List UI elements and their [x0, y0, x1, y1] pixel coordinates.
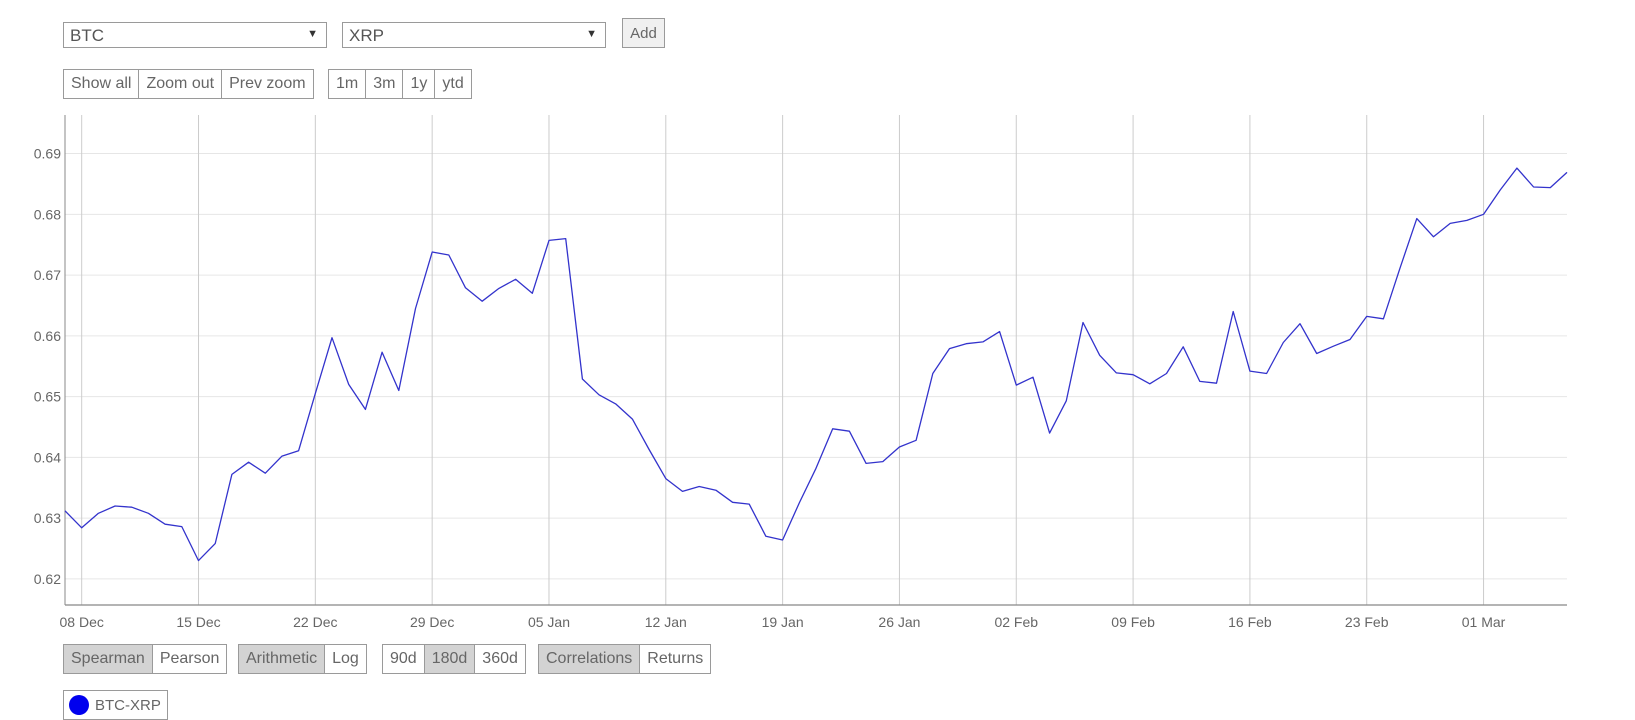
y-tick-label: 0.63	[34, 510, 61, 526]
coin1-select[interactable]: BTC ▼	[63, 22, 327, 48]
spearman-button[interactable]: Spearman	[64, 645, 153, 673]
window-toggle: 90d 180d 360d	[382, 644, 526, 674]
y-tick-label: 0.66	[34, 328, 61, 344]
chevron-down-icon: ▼	[307, 28, 318, 40]
range-ytd-button[interactable]: ytd	[435, 70, 471, 98]
method-toggle: Spearman Pearson	[63, 644, 228, 674]
x-tick-label: 08 Dec	[60, 614, 104, 630]
y-tick-label: 0.62	[34, 571, 61, 587]
y-tick-label: 0.68	[34, 206, 61, 222]
legend-item[interactable]: BTC-XRP	[63, 690, 168, 720]
prev-zoom-button[interactable]: Prev zoom	[222, 70, 313, 98]
add-button[interactable]: Add	[622, 18, 665, 48]
series-dot-icon	[69, 695, 89, 715]
series-line-btc-xrp	[64, 167, 1568, 562]
x-tick-label: 05 Jan	[528, 614, 570, 630]
zoom-button-group: Show all Zoom out Prev zoom	[63, 69, 314, 99]
y-tick-label: 0.65	[34, 389, 61, 405]
zoom-out-button[interactable]: Zoom out	[139, 70, 223, 98]
x-tick-label: 12 Jan	[645, 614, 687, 630]
window-180d-button[interactable]: 180d	[424, 645, 476, 673]
x-tick-label: 15 Dec	[176, 614, 220, 630]
range-1m-button[interactable]: 1m	[329, 70, 367, 98]
range-button-group: 1m 3m 1y ytd	[328, 69, 472, 99]
correlations-button[interactable]: Correlations	[539, 645, 641, 673]
y-tick-label: 0.64	[34, 449, 61, 465]
x-tick-label: 09 Feb	[1111, 614, 1155, 630]
x-tick-label: 23 Feb	[1345, 614, 1389, 630]
x-tick-label: 22 Dec	[293, 614, 337, 630]
scale-toggle: Arithmetic Log	[238, 644, 367, 674]
coin2-select-value: XRP	[349, 26, 384, 45]
range-3m-button[interactable]: 3m	[366, 70, 404, 98]
arithmetic-button[interactable]: Arithmetic	[239, 645, 326, 673]
chevron-down-icon: ▼	[586, 28, 597, 40]
pearson-button[interactable]: Pearson	[152, 645, 227, 673]
coin2-select[interactable]: XRP ▼	[342, 22, 606, 48]
show-all-button[interactable]: Show all	[64, 70, 140, 98]
x-tick-label: 02 Feb	[994, 614, 1038, 630]
x-tick-label: 29 Dec	[410, 614, 454, 630]
legend-label: BTC-XRP	[95, 696, 161, 714]
range-1y-button[interactable]: 1y	[403, 70, 436, 98]
x-tick-label: 01 Mar	[1462, 614, 1506, 630]
view-toggle: Correlations Returns	[538, 644, 712, 674]
window-360d-button[interactable]: 360d	[475, 645, 525, 673]
y-tick-label: 0.69	[34, 146, 61, 162]
x-tick-label: 26 Jan	[878, 614, 920, 630]
window-90d-button[interactable]: 90d	[383, 645, 425, 673]
x-tick-label: 16 Feb	[1228, 614, 1272, 630]
y-tick-label: 0.67	[34, 267, 61, 283]
log-button[interactable]: Log	[325, 645, 366, 673]
coin1-select-value: BTC	[70, 26, 104, 45]
returns-button[interactable]: Returns	[640, 645, 711, 673]
x-tick-label: 19 Jan	[762, 614, 804, 630]
correlation-chart[interactable]: 0.62 0.63 0.64 0.65 0.66 0.67 0.68 0.69 08 Dec 15…	[0, 110, 1580, 640]
